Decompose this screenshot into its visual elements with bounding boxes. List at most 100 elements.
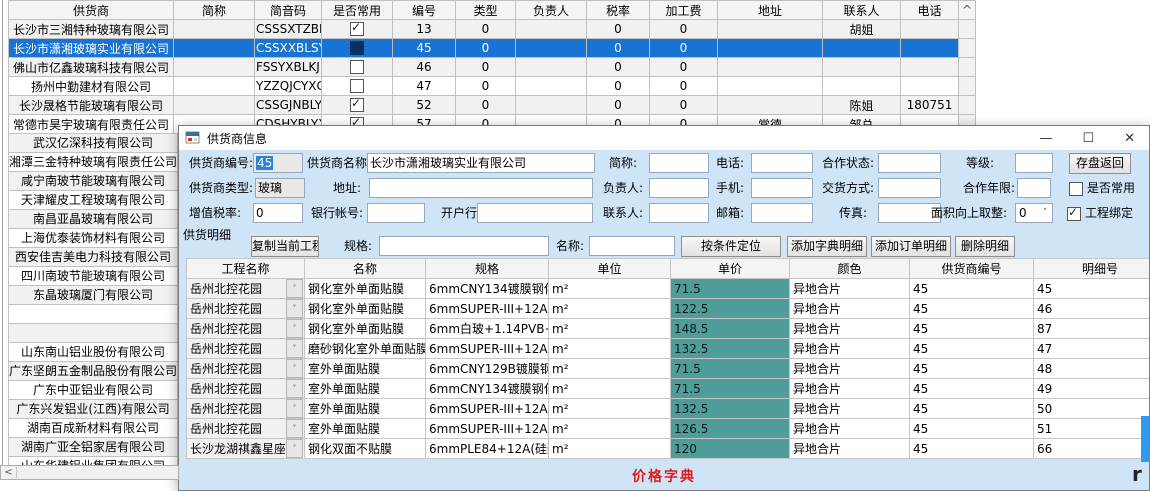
supplier-id-field[interactable]: 45	[253, 153, 303, 173]
detail-supplier-id-cell[interactable]: 45	[910, 279, 1034, 299]
project-combobox[interactable]: 岳州北控花园˅	[187, 359, 304, 378]
grade-field[interactable]	[1015, 153, 1053, 173]
checkbox-checked-icon[interactable]	[1067, 207, 1081, 221]
round-up-select[interactable]: 0˅	[1015, 203, 1053, 223]
bg-table-row[interactable]: 长沙市潇湘玻璃实业有限公司CSSXXBLSY...45000	[9, 39, 976, 58]
detail-name-cell[interactable]: 钢化室外单面贴膜	[305, 299, 426, 319]
project-binding-checkbox[interactable]: 工程绑定	[1067, 203, 1133, 223]
detail-id-cell[interactable]: 87	[1034, 319, 1150, 339]
save-return-button[interactable]: 存盘返回	[1069, 153, 1131, 174]
detail-name-cell[interactable]: 室外单面贴膜	[305, 379, 426, 399]
detail-unit-cell[interactable]: m²	[549, 419, 671, 439]
add-order-detail-button[interactable]: 添加订单明细	[871, 236, 951, 257]
detail-id-cell[interactable]: 45	[1034, 279, 1150, 299]
project-combo-cell[interactable]: 岳州北控花园˅	[187, 359, 305, 379]
coop-years-field[interactable]	[1017, 178, 1051, 198]
project-combo-cell[interactable]: 岳州北控花园˅	[187, 279, 305, 299]
checkbox-icon[interactable]	[350, 98, 364, 112]
project-combobox[interactable]: 岳州北控花园˅	[187, 339, 304, 358]
vat-field[interactable]: 0	[253, 203, 303, 223]
supplier-list-item[interactable]: 南昌亚晶玻璃有限公司	[8, 210, 178, 229]
detail-name-cell[interactable]: 磨砂钢化室外单面贴膜	[305, 339, 426, 359]
project-combobox[interactable]: 长沙龙湖祺鑫星座˅	[187, 439, 304, 458]
detail-unit-cell[interactable]: m²	[549, 399, 671, 419]
detail-spec-cell[interactable]: 6mm白玻+1.14PVB+6mm...	[426, 319, 549, 339]
project-combo-cell[interactable]: 岳州北控花园˅	[187, 419, 305, 439]
locate-by-condition-button[interactable]: 按条件定位	[681, 236, 781, 257]
copy-current-project-button[interactable]: 复制当前工程	[251, 236, 319, 257]
detail-color-cell[interactable]: 异地合片	[790, 319, 910, 339]
detail-price-cell[interactable]: 71.5	[671, 279, 790, 299]
detail-supplier-id-cell[interactable]: 45	[910, 299, 1034, 319]
phone-field[interactable]	[751, 153, 813, 173]
spec-filter-input[interactable]	[379, 236, 549, 256]
detail-table-row[interactable]: 岳州北控花园˅钢化室外单面贴膜6mmCNY134镀膜钢化m²71.5异地合片45…	[187, 279, 1150, 299]
detail-price-cell[interactable]: 148.5	[671, 319, 790, 339]
chevron-down-icon[interactable]: ˅	[286, 419, 303, 438]
detail-table-row[interactable]: 岳州北控花园˅磨砂钢化室外单面贴膜6mmSUPER-III+12A(硅...m²…	[187, 339, 1150, 359]
detail-spec-cell[interactable]: 6mmCNY134镀膜钢化	[426, 279, 549, 299]
scrollbar-track[interactable]	[959, 20, 976, 39]
horizontal-scrollbar[interactable]: <	[0, 465, 179, 480]
bg-table-row[interactable]: 佛山市亿鑫玻璃科技有限公司FSSYXBLKJ...46000	[9, 58, 976, 77]
chevron-down-icon[interactable]: ˅	[286, 359, 303, 378]
supplier-list-item[interactable]: 广东坚朗五金制品股份有限公司	[8, 362, 178, 381]
project-combobox[interactable]: 岳州北控花园˅	[187, 319, 304, 338]
common-checkbox-cell[interactable]	[322, 96, 393, 115]
detail-table-row[interactable]: 岳州北控花园˅室外单面贴膜6mmCNY129B镀膜钢化m²71.5异地合片454…	[187, 359, 1150, 379]
delivery-field[interactable]	[878, 178, 941, 198]
common-use-checkbox[interactable]: 是否常用	[1069, 178, 1135, 198]
detail-unit-cell[interactable]: m²	[549, 379, 671, 399]
checkbox-icon[interactable]	[350, 22, 364, 36]
detail-id-cell[interactable]: 50	[1034, 399, 1150, 419]
checkbox-icon[interactable]	[350, 60, 364, 74]
detail-spec-cell[interactable]: 6mmSUPER-III+12A(硅...	[426, 339, 549, 359]
detail-color-cell[interactable]: 异地合片	[790, 279, 910, 299]
detail-price-cell[interactable]: 122.5	[671, 299, 790, 319]
checkbox-icon[interactable]	[350, 41, 364, 55]
supplier-list-item[interactable]: 咸宁南玻节能玻璃有限公司	[8, 172, 178, 191]
scrollbar-track[interactable]	[959, 39, 976, 58]
detail-table-row[interactable]: 长沙龙湖祺鑫星座˅钢化双面不贴膜6mmPLE84+12A(硅酮胶...m²120…	[187, 439, 1150, 459]
detail-supplier-id-cell[interactable]: 45	[910, 319, 1034, 339]
detail-spec-cell[interactable]: 6mmCNY129B镀膜钢化	[426, 359, 549, 379]
supplier-list-item[interactable]: 山东南山铝业股份有限公司	[8, 343, 178, 362]
supplier-list-item[interactable]: 武汉亿深科技有限公司	[8, 133, 178, 153]
project-combobox[interactable]: 岳州北控花园˅	[187, 419, 304, 438]
detail-unit-cell[interactable]: m²	[549, 299, 671, 319]
project-combobox[interactable]: 岳州北控花园˅	[187, 379, 304, 398]
chevron-down-icon[interactable]: ˅	[286, 339, 303, 358]
project-combobox[interactable]: 岳州北控花园˅	[187, 399, 304, 418]
supplier-type-field[interactable]: 玻璃	[255, 178, 305, 198]
detail-spec-cell[interactable]: 6mmCNY134镀膜钢化	[426, 379, 549, 399]
name-filter-input[interactable]	[589, 236, 675, 256]
detail-supplier-id-cell[interactable]: 45	[910, 439, 1034, 459]
supplier-list-item[interactable]: 广东中亚铝业有限公司	[8, 381, 178, 400]
common-checkbox-cell[interactable]	[322, 77, 393, 96]
detail-supplier-id-cell[interactable]: 45	[910, 379, 1034, 399]
checkbox-icon[interactable]	[350, 79, 364, 93]
delete-detail-button[interactable]: 删除明细	[955, 236, 1015, 257]
detail-supplier-id-cell[interactable]: 45	[910, 419, 1034, 439]
detail-name-cell[interactable]: 钢化室外单面贴膜	[305, 319, 426, 339]
chevron-down-icon[interactable]: ˅	[286, 399, 303, 418]
detail-name-cell[interactable]: 室外单面贴膜	[305, 399, 426, 419]
chevron-down-icon[interactable]: ˅	[286, 319, 303, 338]
coop-status-field[interactable]	[878, 153, 941, 173]
detail-supplier-id-cell[interactable]: 45	[910, 399, 1034, 419]
detail-id-cell[interactable]: 46	[1034, 299, 1150, 319]
scrollbar-track[interactable]	[959, 96, 976, 115]
detail-table-row[interactable]: 岳州北控花园˅室外单面贴膜6mmSUPER-III+12A(硅...m²126.…	[187, 419, 1150, 439]
project-combobox[interactable]: 岳州北控花园˅	[187, 299, 304, 318]
detail-unit-cell[interactable]: m²	[549, 319, 671, 339]
bg-table-row[interactable]: 长沙晟格节能玻璃有限公司CSSGJNBLYXGS52000陈姐180751	[9, 96, 976, 115]
maximize-icon[interactable]: ☐	[1082, 131, 1094, 146]
project-combo-cell[interactable]: 岳州北控花园˅	[187, 299, 305, 319]
supplier-list-item[interactable]: 东晶玻璃厦门有限公司	[8, 286, 178, 305]
detail-table-row[interactable]: 岳州北控花园˅钢化室外单面贴膜6mm白玻+1.14PVB+6mm...m²148…	[187, 319, 1150, 339]
chevron-down-icon[interactable]: ˅	[286, 279, 303, 298]
bg-table-row[interactable]: 扬州中勤建材有限公司YZZQJCYXGS47000	[9, 77, 976, 96]
detail-id-cell[interactable]: 66	[1034, 439, 1150, 459]
checkbox-icon[interactable]	[1069, 182, 1083, 196]
close-icon[interactable]: ✕	[1124, 131, 1135, 146]
